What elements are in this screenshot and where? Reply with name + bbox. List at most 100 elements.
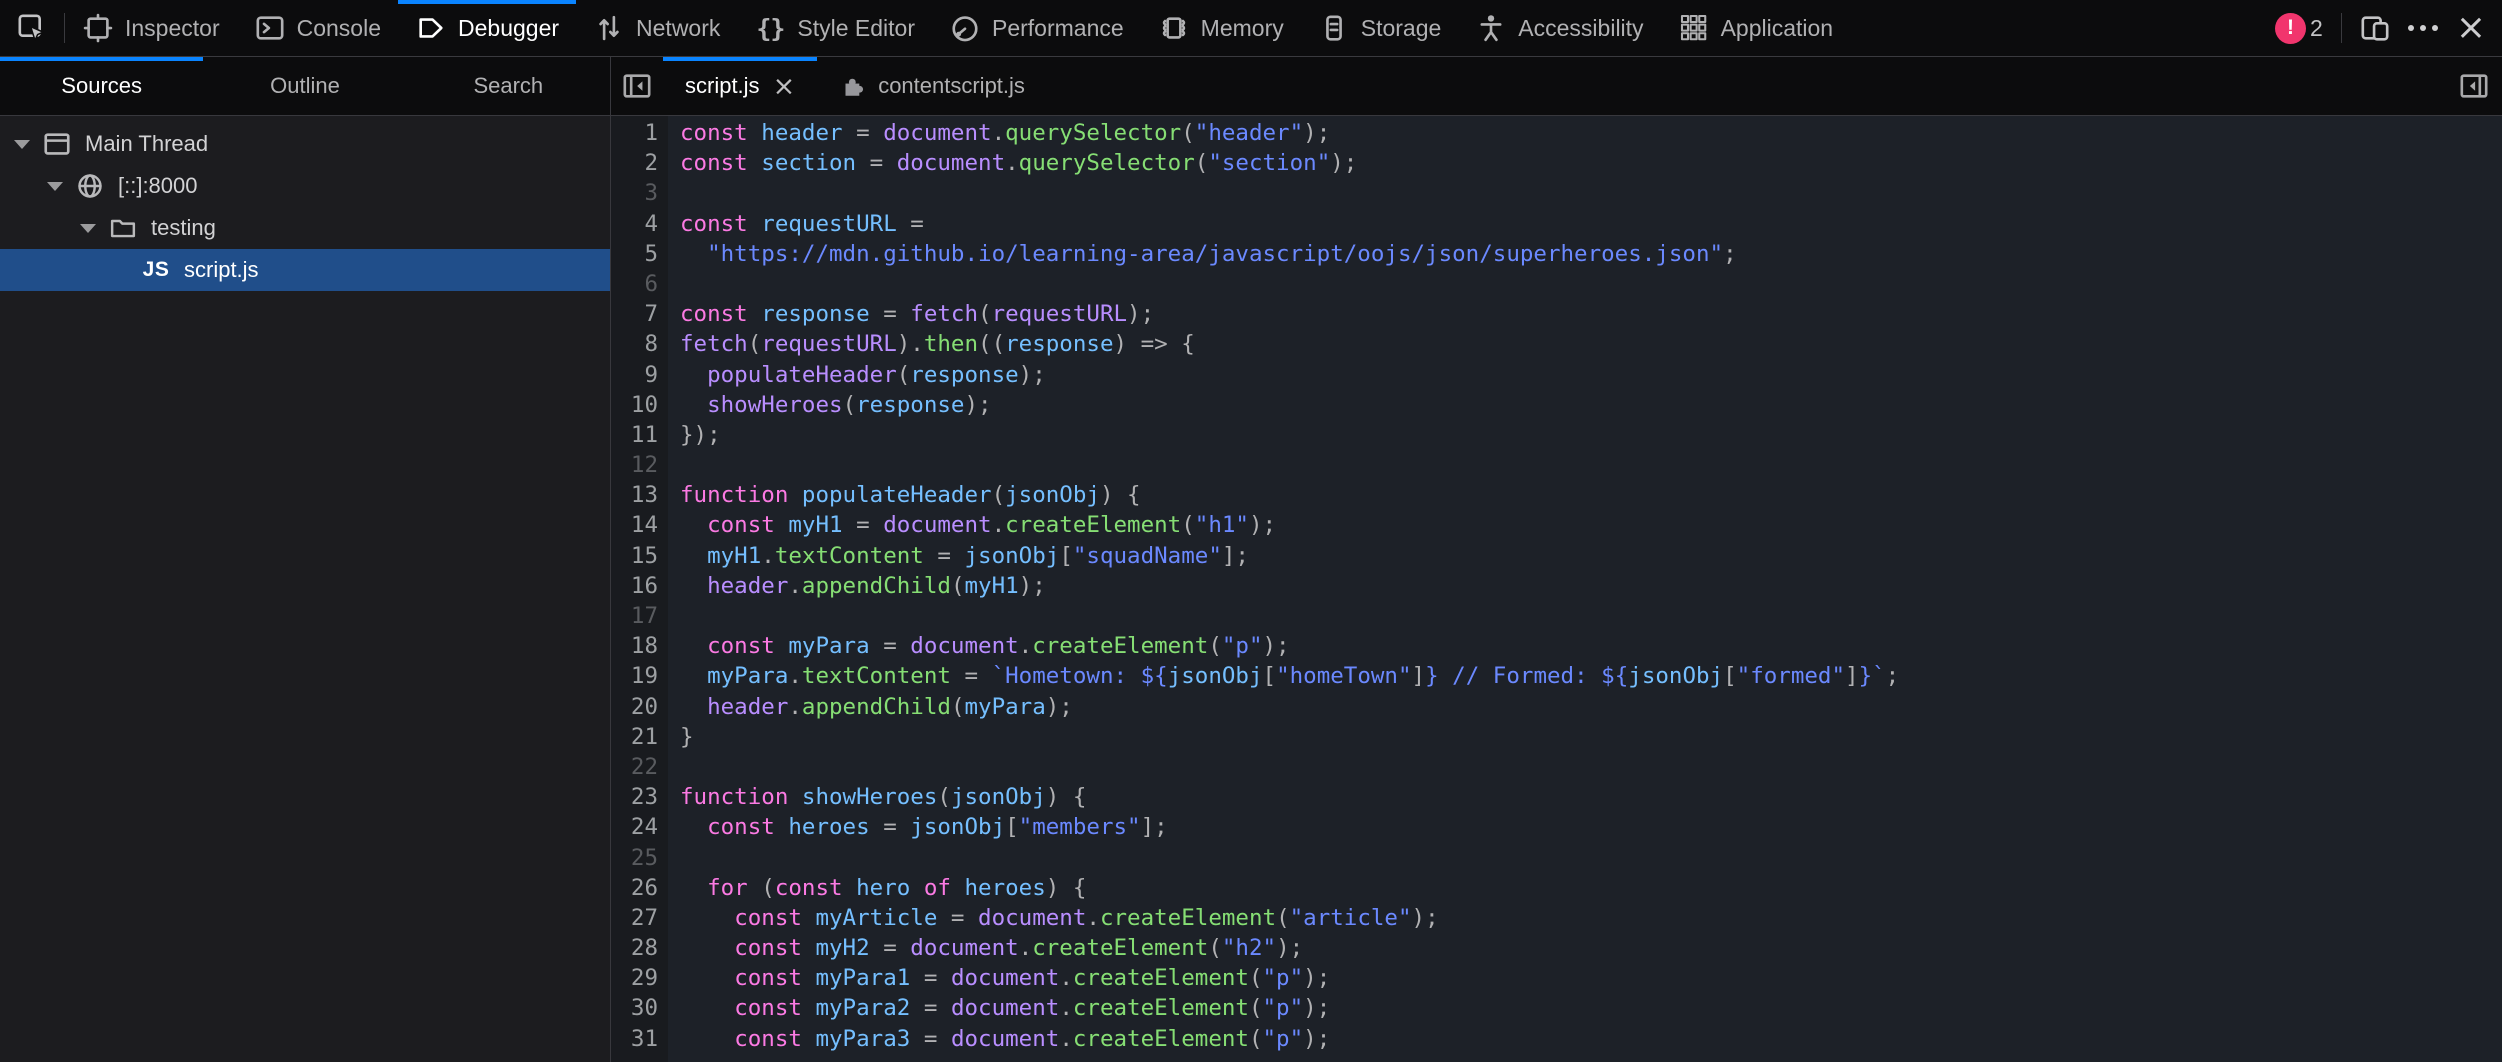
line-number[interactable]: 1 xyxy=(611,118,668,148)
code-line[interactable]: 20 header.appendChild(myPara); xyxy=(611,692,2502,722)
code-line[interactable]: 17 xyxy=(611,601,2502,631)
close-tab-icon[interactable]: × xyxy=(773,73,796,100)
code-line[interactable]: 15 myH1.textContent = jsonObj["squadName… xyxy=(611,541,2502,571)
code-line[interactable]: 30 const myPara2 = document.createElemen… xyxy=(611,993,2502,1023)
error-badge-icon[interactable]: ! xyxy=(2275,13,2306,44)
code-line[interactable]: 22 xyxy=(611,752,2502,782)
line-number[interactable]: 4 xyxy=(611,209,668,239)
code-line[interactable]: 21} xyxy=(611,722,2502,752)
collapse-right-icon xyxy=(2459,71,2489,101)
line-number[interactable]: 29 xyxy=(611,963,668,993)
line-number[interactable]: 31 xyxy=(611,1024,668,1054)
toolbar-tab-debugger[interactable]: Debugger xyxy=(398,0,576,56)
code-text: header.appendChild(myH1); xyxy=(668,571,1046,601)
code-line[interactable]: 10 showHeroes(response); xyxy=(611,390,2502,420)
line-number[interactable]: 22 xyxy=(611,752,668,782)
line-number[interactable]: 27 xyxy=(611,903,668,933)
line-number[interactable]: 5 xyxy=(611,239,668,269)
code-line[interactable]: 9 populateHeader(response); xyxy=(611,360,2502,390)
code-line[interactable]: 1const header = document.querySelector("… xyxy=(611,118,2502,148)
code-line[interactable]: 6 xyxy=(611,269,2502,299)
responsive-design-mode-button[interactable] xyxy=(2360,13,2390,43)
line-number[interactable]: 14 xyxy=(611,510,668,540)
line-number[interactable]: 15 xyxy=(611,541,668,571)
code-line[interactable]: 4const requestURL = xyxy=(611,209,2502,239)
tree-item--8000[interactable]: [::]:8000 xyxy=(0,165,610,207)
toolbar-tab-style-editor[interactable]: {}Style Editor xyxy=(737,0,932,56)
meatball-menu-button[interactable] xyxy=(2408,25,2438,31)
code-line[interactable]: 28 const myH2 = document.createElement("… xyxy=(611,933,2502,963)
code-line[interactable]: 16 header.appendChild(myH1); xyxy=(611,571,2502,601)
toolbar-tab-console[interactable]: Console xyxy=(237,0,398,56)
source-tab-script-js[interactable]: script.js× xyxy=(663,57,817,115)
code-line[interactable]: 3 xyxy=(611,178,2502,208)
line-number[interactable]: 11 xyxy=(611,420,668,450)
tree-item-script.js[interactable]: JSscript.js xyxy=(0,249,610,291)
line-number[interactable]: 18 xyxy=(611,631,668,661)
line-number[interactable]: 10 xyxy=(611,390,668,420)
code-line[interactable]: 18 const myPara = document.createElement… xyxy=(611,631,2502,661)
toolbar-tab-application[interactable]: Application xyxy=(1661,0,1851,56)
code-line[interactable]: 7const response = fetch(requestURL); xyxy=(611,299,2502,329)
code-line[interactable]: 12 xyxy=(611,450,2502,480)
line-number[interactable]: 9 xyxy=(611,360,668,390)
panel-tab-search[interactable]: Search xyxy=(407,57,610,115)
line-number[interactable]: 28 xyxy=(611,933,668,963)
toolbar-tab-memory[interactable]: Memory xyxy=(1141,0,1301,56)
source-tab-contentscript-js[interactable]: contentscript.js xyxy=(817,57,1047,115)
tree-item-main-thread[interactable]: Main Thread xyxy=(0,123,610,165)
collapse-right-panel-button[interactable] xyxy=(2446,57,2502,115)
line-number[interactable]: 21 xyxy=(611,722,668,752)
line-number[interactable]: 12 xyxy=(611,450,668,480)
line-number[interactable]: 3 xyxy=(611,178,668,208)
expand-arrow-icon[interactable] xyxy=(80,224,96,233)
line-number[interactable]: 20 xyxy=(611,692,668,722)
close-devtools-button[interactable]: × xyxy=(2456,10,2486,46)
code-line[interactable]: 27 const myArticle = document.createElem… xyxy=(611,903,2502,933)
code-editor[interactable]: 1const header = document.querySelector("… xyxy=(611,116,2502,1062)
code-line[interactable]: 11}); xyxy=(611,420,2502,450)
toolbar-tab-label: Performance xyxy=(992,15,1124,42)
braces-icon: {} xyxy=(756,14,784,43)
line-number[interactable]: 16 xyxy=(611,571,668,601)
line-number[interactable]: 30 xyxy=(611,993,668,1023)
code-line[interactable]: 13function populateHeader(jsonObj) { xyxy=(611,480,2502,510)
tree-item-testing[interactable]: testing xyxy=(0,207,610,249)
line-number[interactable]: 7 xyxy=(611,299,668,329)
code-line[interactable]: 5 "https://mdn.github.io/learning-area/j… xyxy=(611,239,2502,269)
code-line[interactable]: 2const section = document.querySelector(… xyxy=(611,148,2502,178)
line-number[interactable]: 13 xyxy=(611,480,668,510)
toolbar-tab-label: Accessibility xyxy=(1518,15,1643,42)
code-line[interactable]: 19 myPara.textContent = `Hometown: ${jso… xyxy=(611,661,2502,691)
line-number[interactable]: 26 xyxy=(611,873,668,903)
toolbar-tab-inspector[interactable]: Inspector xyxy=(65,0,237,56)
code-line[interactable]: 29 const myPara1 = document.createElemen… xyxy=(611,963,2502,993)
expand-arrow-icon[interactable] xyxy=(47,182,63,191)
panel-tab-outline[interactable]: Outline xyxy=(203,57,406,115)
code-line[interactable]: 31 const myPara3 = document.createElemen… xyxy=(611,1024,2502,1054)
error-badge-group[interactable]: ! 2 xyxy=(2275,13,2323,44)
line-number[interactable]: 25 xyxy=(611,843,668,873)
line-number[interactable]: 24 xyxy=(611,812,668,842)
line-number[interactable]: 23 xyxy=(611,782,668,812)
code-line[interactable]: 25 xyxy=(611,843,2502,873)
code-line[interactable]: 23function showHeroes(jsonObj) { xyxy=(611,782,2502,812)
line-number[interactable]: 6 xyxy=(611,269,668,299)
code-line[interactable]: 14 const myH1 = document.createElement("… xyxy=(611,510,2502,540)
line-number[interactable]: 8 xyxy=(611,329,668,359)
code-line[interactable]: 8fetch(requestURL).then((response) => { xyxy=(611,329,2502,359)
panel-tab-sources[interactable]: Sources xyxy=(0,57,203,115)
toolbar-tab-network[interactable]: Network xyxy=(576,0,737,56)
collapse-sources-panel-button[interactable] xyxy=(611,57,663,115)
toolbar-tab-storage[interactable]: Storage xyxy=(1301,0,1459,56)
code-line[interactable]: 26 for (const hero of heroes) { xyxy=(611,873,2502,903)
line-number[interactable]: 17 xyxy=(611,601,668,631)
line-number[interactable]: 19 xyxy=(611,661,668,691)
pick-element-button[interactable] xyxy=(0,0,64,56)
code-line[interactable]: 24 const heroes = jsonObj["members"]; xyxy=(611,812,2502,842)
toolbar-tab-performance[interactable]: Performance xyxy=(932,0,1141,56)
line-number[interactable]: 2 xyxy=(611,148,668,178)
expand-arrow-icon[interactable] xyxy=(14,140,30,149)
toolbar-tab-label: Inspector xyxy=(125,15,220,42)
toolbar-tab-accessibility[interactable]: Accessibility xyxy=(1458,0,1660,56)
